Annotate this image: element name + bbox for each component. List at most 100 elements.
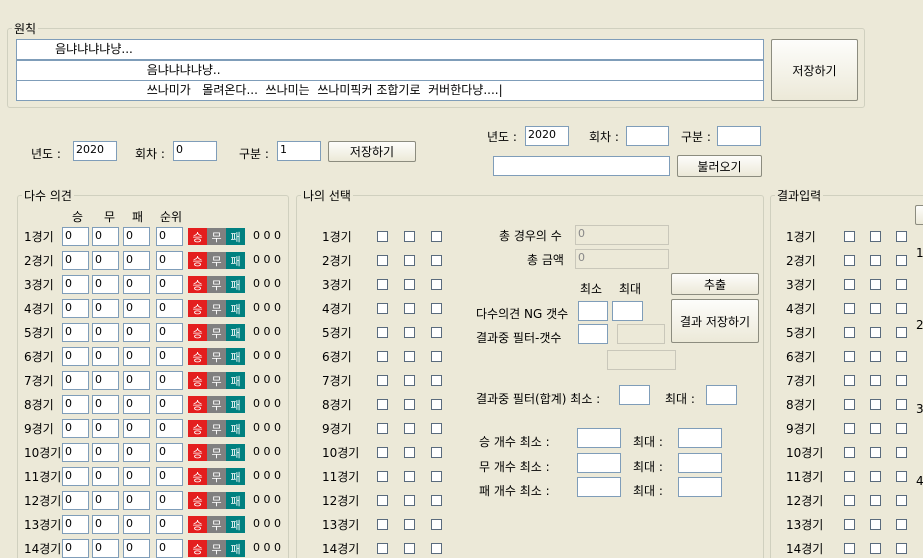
majority-lose-button[interactable]: 패 (226, 276, 245, 293)
year-input[interactable]: 2020 (73, 141, 117, 161)
result-checkbox[interactable] (870, 279, 881, 290)
majority-lose-button[interactable]: 패 (226, 324, 245, 341)
majority-lose-input[interactable]: 0 (123, 227, 150, 246)
majority-win-input[interactable]: 0 (62, 275, 89, 294)
choice-checkbox[interactable] (377, 327, 388, 338)
filter-sum-min-input[interactable] (619, 385, 650, 405)
result-checkbox[interactable] (844, 399, 855, 410)
choice-checkbox[interactable] (404, 543, 415, 554)
origin-save-button[interactable]: 저장하기 (771, 39, 858, 101)
majority-win-input[interactable]: 0 (62, 515, 89, 534)
majority-win-button[interactable]: 승 (188, 444, 207, 461)
result-checkbox[interactable] (870, 303, 881, 314)
majority-win-button[interactable]: 승 (188, 228, 207, 245)
majority-win-input[interactable]: 0 (62, 323, 89, 342)
result-checkbox[interactable] (844, 279, 855, 290)
result-checkbox[interactable] (896, 279, 907, 290)
majority-win-button[interactable]: 승 (188, 300, 207, 317)
choice-checkbox[interactable] (404, 279, 415, 290)
choice-checkbox[interactable] (377, 279, 388, 290)
result-checkbox[interactable] (870, 423, 881, 434)
round-input[interactable]: 0 (173, 141, 217, 161)
majority-draw-input[interactable]: 0 (92, 515, 119, 534)
majority-lose-button[interactable]: 패 (226, 372, 245, 389)
choice-checkbox[interactable] (404, 351, 415, 362)
choice-checkbox[interactable] (377, 231, 388, 242)
majority-rank-input[interactable]: 0 (156, 395, 183, 414)
choice-checkbox[interactable] (431, 255, 442, 266)
choice-checkbox[interactable] (431, 471, 442, 482)
choice-checkbox[interactable] (404, 447, 415, 458)
result-checkbox[interactable] (896, 231, 907, 242)
majority-draw-button[interactable]: 무 (207, 396, 226, 413)
majority-win-input[interactable]: 0 (62, 539, 89, 558)
majority-draw-input[interactable]: 0 (92, 323, 119, 342)
majority-rank-input[interactable]: 0 (156, 491, 183, 510)
result-checkbox[interactable] (896, 303, 907, 314)
choice-checkbox[interactable] (431, 279, 442, 290)
result-checkbox[interactable] (896, 519, 907, 530)
ng-min-input[interactable] (578, 301, 608, 321)
choice-checkbox[interactable] (431, 495, 442, 506)
result-checkbox[interactable] (844, 519, 855, 530)
majority-lose-input[interactable]: 0 (123, 251, 150, 270)
result-checkbox[interactable] (896, 351, 907, 362)
result-checkbox[interactable] (844, 423, 855, 434)
choice-checkbox[interactable] (404, 423, 415, 434)
majority-rank-input[interactable]: 0 (156, 515, 183, 534)
majority-draw-button[interactable]: 무 (207, 516, 226, 533)
majority-lose-button[interactable]: 패 (226, 444, 245, 461)
majority-win-button[interactable]: 승 (188, 516, 207, 533)
majority-draw-button[interactable]: 무 (207, 324, 226, 341)
majority-win-input[interactable]: 0 (62, 419, 89, 438)
load-round-input[interactable] (626, 126, 669, 146)
result-checkbox[interactable] (870, 471, 881, 482)
origin-line-3[interactable]: 쓰나미가 몰려온다... 쓰나미는 쓰나미픽커 조합기로 커버한다냥....| (16, 80, 764, 101)
majority-rank-input[interactable]: 0 (156, 227, 183, 246)
majority-lose-input[interactable]: 0 (123, 323, 150, 342)
majority-rank-input[interactable]: 0 (156, 371, 183, 390)
majority-rank-input[interactable]: 0 (156, 443, 183, 462)
majority-draw-input[interactable]: 0 (92, 419, 119, 438)
choice-checkbox[interactable] (404, 399, 415, 410)
result-checkbox[interactable] (896, 375, 907, 386)
majority-win-button[interactable]: 승 (188, 540, 207, 557)
origin-line-1[interactable]: 음냐냐냐냐냥... (16, 39, 764, 60)
result-checkbox[interactable] (896, 399, 907, 410)
result-checkbox[interactable] (896, 471, 907, 482)
majority-lose-input[interactable]: 0 (123, 419, 150, 438)
majority-draw-input[interactable]: 0 (92, 539, 119, 558)
type-input[interactable]: 1 (277, 141, 321, 161)
choice-checkbox[interactable] (404, 255, 415, 266)
result-checkbox[interactable] (844, 255, 855, 266)
majority-lose-input[interactable]: 0 (123, 467, 150, 486)
result-checkbox[interactable] (896, 495, 907, 506)
filter-count-min-input[interactable] (578, 324, 608, 344)
load-file-input[interactable] (493, 156, 670, 176)
load-type-input[interactable] (717, 126, 761, 146)
result-checkbox[interactable] (844, 543, 855, 554)
majority-lose-button[interactable]: 패 (226, 300, 245, 317)
majority-draw-input[interactable]: 0 (92, 491, 119, 510)
majority-draw-button[interactable]: 무 (207, 348, 226, 365)
result-checkbox[interactable] (870, 447, 881, 458)
majority-win-input[interactable]: 0 (62, 251, 89, 270)
choice-checkbox[interactable] (404, 231, 415, 242)
result-checkbox[interactable] (844, 327, 855, 338)
choice-checkbox[interactable] (404, 471, 415, 482)
result-checkbox[interactable] (870, 255, 881, 266)
majority-lose-button[interactable]: 패 (226, 396, 245, 413)
majority-lose-button[interactable]: 패 (226, 468, 245, 485)
result-checkbox[interactable] (870, 327, 881, 338)
majority-draw-button[interactable]: 무 (207, 276, 226, 293)
majority-win-input[interactable]: 0 (62, 443, 89, 462)
majority-lose-input[interactable]: 0 (123, 539, 150, 558)
choice-checkbox[interactable] (431, 375, 442, 386)
choice-checkbox[interactable] (377, 519, 388, 530)
ng-max-input[interactable] (612, 301, 643, 321)
majority-draw-button[interactable]: 무 (207, 468, 226, 485)
majority-rank-input[interactable]: 0 (156, 347, 183, 366)
result-checkbox[interactable] (870, 351, 881, 362)
majority-rank-input[interactable]: 0 (156, 299, 183, 318)
save-result-button[interactable]: 결과 저장하기 (671, 299, 759, 343)
